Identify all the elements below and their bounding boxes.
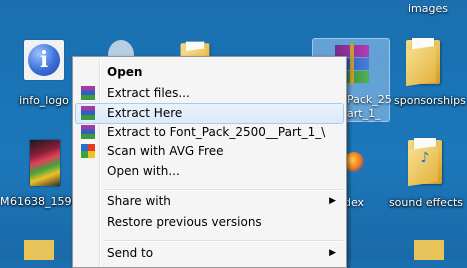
menu-separator	[103, 240, 343, 242]
menu-item-restore-versions[interactable]: Restore previous versions	[75, 212, 344, 233]
desktop-icon-info-logo[interactable]: i info_logo	[18, 40, 70, 110]
archive-label-line2: art_1_	[347, 107, 381, 120]
menu-item-label: Scan with AVG Free	[107, 144, 224, 158]
folder-icon	[414, 240, 444, 260]
menu-item-send-to[interactable]: Send to ▶	[75, 243, 344, 264]
menu-item-extract-here[interactable]: Extract Here	[75, 103, 344, 124]
menu-item-label: Extract Here	[107, 106, 183, 120]
left-edge-label: M	[0, 195, 10, 208]
top-label-images: images	[408, 2, 448, 15]
firefox-icon[interactable]	[344, 152, 364, 172]
menu-item-extract-files[interactable]: Extract files...	[75, 83, 344, 104]
context-menu: Open Extract files... Extract Here Extra…	[72, 56, 347, 268]
info-logo-label: info_logo	[19, 94, 69, 107]
menu-item-open[interactable]: Open	[75, 62, 344, 83]
sound-effects-label: sound effects	[388, 196, 464, 209]
menu-item-label: Extract to Font_Pack_2500__Part_1_\	[107, 125, 326, 139]
folder-icon	[24, 240, 54, 260]
menu-item-open-with[interactable]: Open with...	[75, 161, 344, 182]
avg-icon	[81, 144, 95, 158]
folder-icon	[406, 38, 440, 84]
menu-item-label: Send to	[107, 246, 154, 260]
menu-item-label: Restore previous versions	[107, 215, 262, 229]
menu-item-label: Share with	[107, 194, 171, 208]
music-note-icon: ♪	[420, 150, 430, 166]
winrar-icon	[81, 86, 95, 100]
info-logo-thumbnail: i	[24, 40, 64, 80]
menu-item-share-with[interactable]: Share with ▶	[75, 191, 344, 212]
menu-item-label: Open	[107, 65, 143, 79]
sponsorships-label: sponsorships	[394, 94, 466, 107]
winrar-icon	[81, 106, 95, 120]
desktop-icon-sound-effects[interactable]: ♪ sound effects	[386, 138, 466, 212]
archive-label: Pack_25	[347, 93, 392, 106]
menu-item-extract-to[interactable]: Extract to Font_Pack_2500__Part_1_\	[75, 122, 344, 143]
dex-label: dex	[344, 196, 365, 209]
menu-item-label: Extract files...	[107, 86, 190, 100]
info-icon: i	[28, 44, 60, 76]
menu-item-scan-avg[interactable]: Scan with AVG Free	[75, 141, 344, 162]
menu-item-label: Open with...	[107, 164, 180, 178]
submenu-arrow-icon: ▶	[329, 248, 336, 258]
image-thumbnail	[30, 140, 60, 186]
desktop-icon-sponsorships[interactable]: sponsorships	[394, 38, 466, 112]
submenu-arrow-icon: ▶	[329, 196, 336, 206]
desktop-icon-image-61638[interactable]: 61638_1594	[8, 140, 79, 210]
winrar-icon	[81, 125, 95, 139]
image-61638-label: 61638_1594	[10, 195, 79, 208]
